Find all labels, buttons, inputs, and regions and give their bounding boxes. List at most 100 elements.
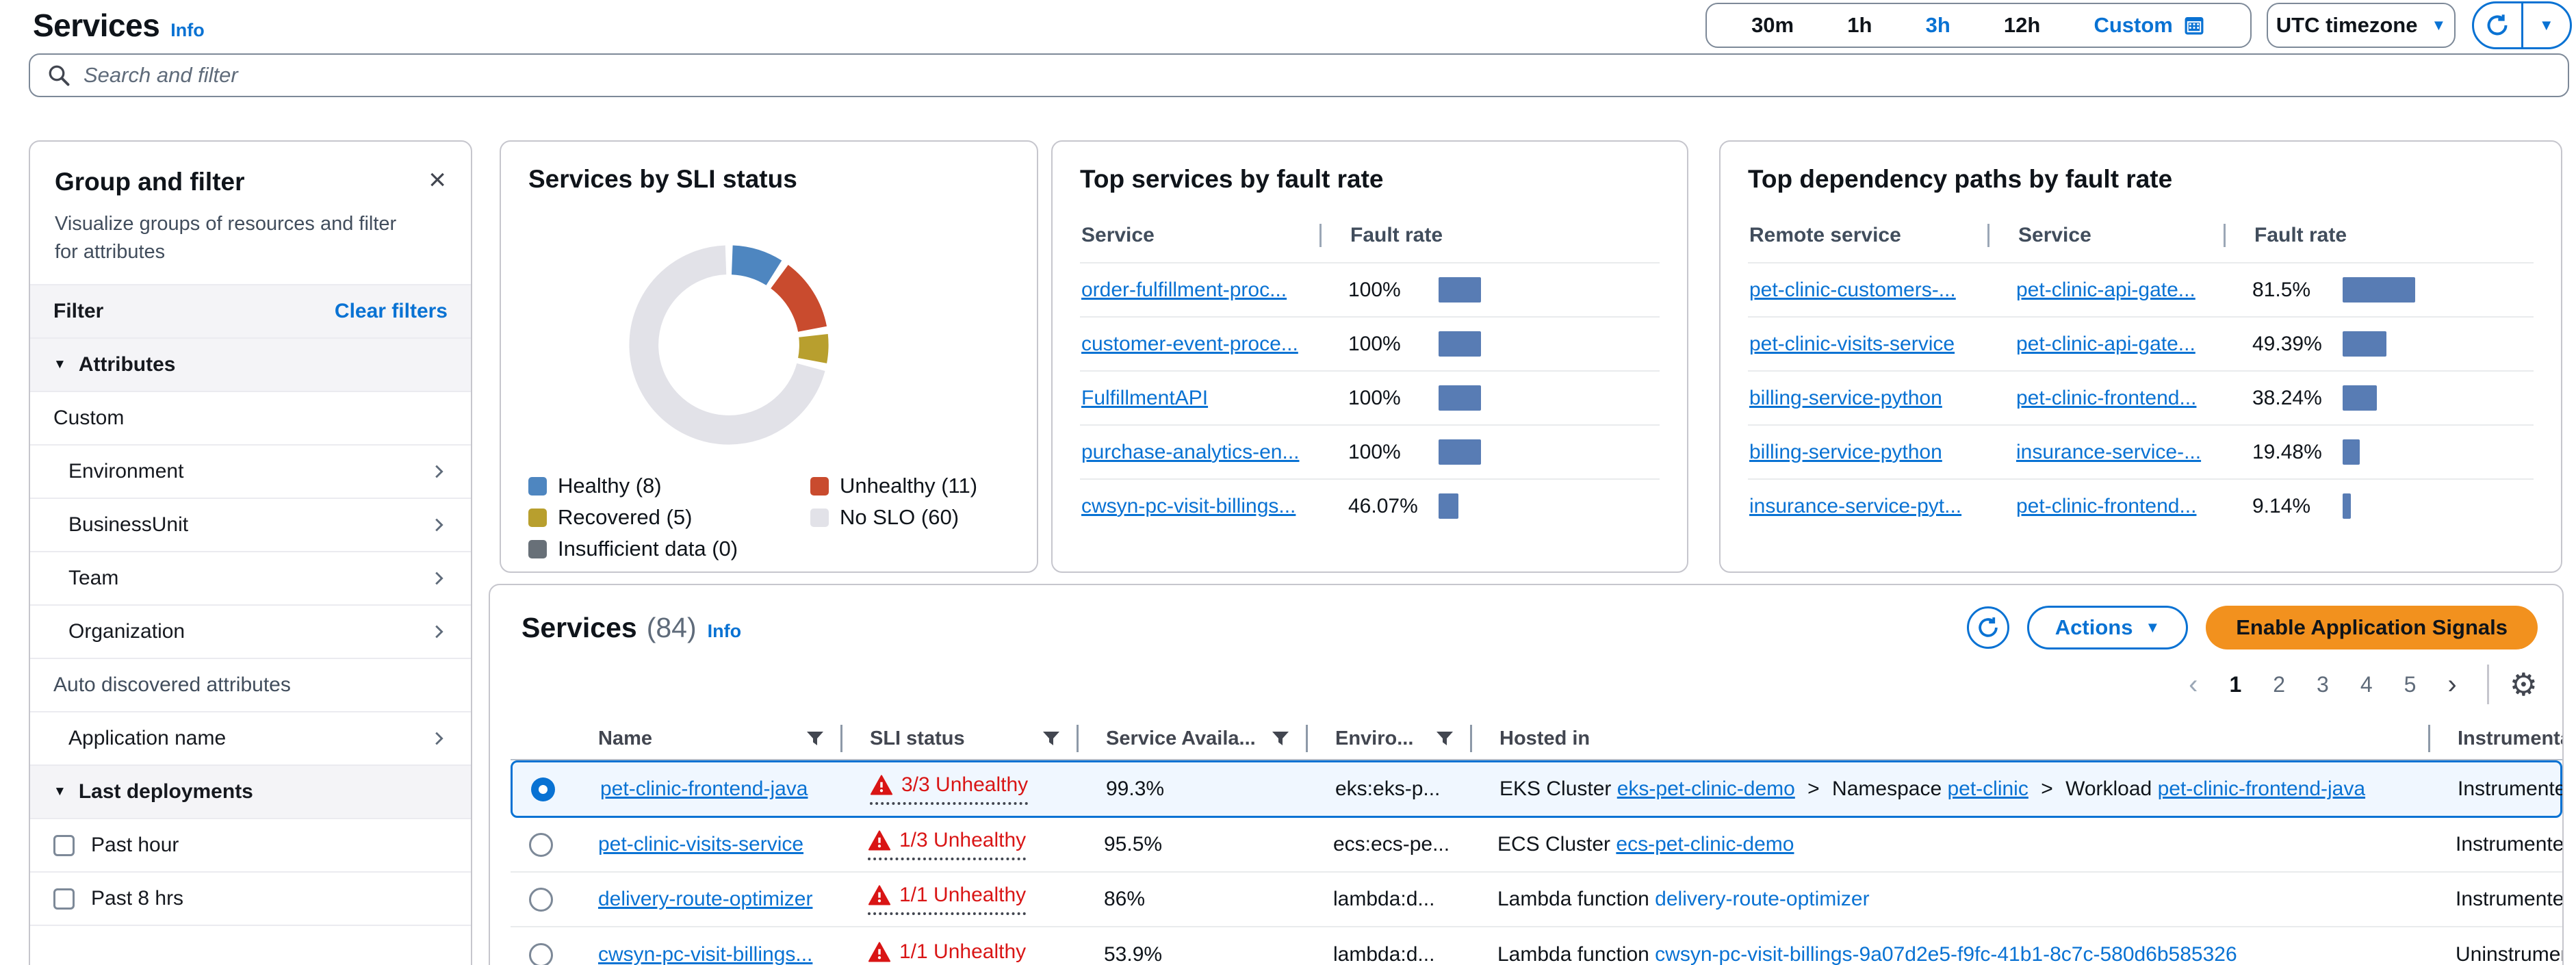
- table-refresh-button[interactable]: [1967, 606, 2009, 649]
- sli-legend: Healthy (8) Unhealthy (11) Recovered (5)…: [528, 474, 1009, 561]
- timezone-dropdown[interactable]: UTC timezone ▼: [2267, 3, 2456, 48]
- service-link[interactable]: FulfillmentAPI: [1081, 387, 1208, 409]
- page-5[interactable]: 5: [2404, 672, 2417, 697]
- checkbox-row-past-hour[interactable]: Past hour: [30, 818, 471, 871]
- service-name-link[interactable]: cwsyn-pc-visit-billings...: [598, 943, 812, 965]
- table-row[interactable]: pet-clinic-frontend-java 3/3 Unhealthy 9…: [511, 760, 2562, 818]
- next-page-icon[interactable]: ›: [2447, 671, 2456, 698]
- service-link[interactable]: order-fulfillment-proc...: [1081, 279, 1287, 301]
- past-hour-checkbox[interactable]: [53, 835, 75, 856]
- hosted-link[interactable]: ecs-pet-clinic-demo: [1616, 833, 1794, 855]
- divider: [2487, 665, 2489, 704]
- sidebar-item-team[interactable]: Team: [30, 551, 471, 604]
- hosted-link[interactable]: pet-clinic: [1947, 777, 2028, 800]
- table-row[interactable]: pet-clinic-visits-service 1/3 Unhealthy …: [511, 818, 2562, 873]
- sidebar-item-businessunit[interactable]: BusinessUnit: [30, 498, 471, 551]
- column-header-hosted-in[interactable]: Hosted in: [1470, 725, 2428, 752]
- page-3[interactable]: 3: [2317, 672, 2329, 697]
- top-deps-table: Remote service Service Fault rate pet-cl…: [1748, 224, 2534, 532]
- time-range-custom[interactable]: Custom: [2094, 13, 2205, 38]
- remote-service-link[interactable]: insurance-service-pyt...: [1749, 495, 1961, 517]
- fault-rate-bar: [1439, 493, 1458, 519]
- last-deployments-section-header[interactable]: ▼ Last deployments: [30, 764, 471, 818]
- service-link[interactable]: customer-event-proce...: [1081, 333, 1298, 355]
- column-header-availability[interactable]: Service Availa...: [1077, 725, 1306, 752]
- service-link[interactable]: pet-clinic-frontend...: [2016, 387, 2196, 409]
- remote-service-link[interactable]: pet-clinic-visits-service: [1749, 333, 1955, 355]
- table-row[interactable]: cwsyn-pc-visit-billings... 1/1 Unhealthy…: [511, 927, 2562, 965]
- sli-status-card: Services by SLI status Healthy (8) Unhea…: [500, 140, 1038, 573]
- remote-service-link[interactable]: billing-service-python: [1749, 441, 1942, 463]
- service-link[interactable]: pet-clinic-api-gate...: [2016, 333, 2195, 355]
- sli-status-badge[interactable]: 1/1 Unhealthy: [868, 940, 1026, 965]
- filter-funnel-icon[interactable]: [1436, 731, 1454, 746]
- service-link[interactable]: cwsyn-pc-visit-billings...: [1081, 495, 1296, 517]
- service-link[interactable]: pet-clinic-frontend...: [2016, 495, 2196, 517]
- column-header-service: Service: [1080, 224, 1319, 247]
- remote-service-link[interactable]: billing-service-python: [1749, 387, 1942, 409]
- service-link[interactable]: pet-clinic-api-gate...: [2016, 279, 2195, 301]
- environment-value: lambda:d...: [1306, 943, 1470, 965]
- hosted-link[interactable]: eks-pet-clinic-demo: [1617, 777, 1795, 800]
- service-link[interactable]: insurance-service-...: [2016, 441, 2201, 463]
- sidebar-item-environment[interactable]: Environment: [30, 444, 471, 498]
- service-name-link[interactable]: pet-clinic-visits-service: [598, 833, 803, 855]
- remote-service-link[interactable]: pet-clinic-customers-...: [1749, 279, 1956, 301]
- page-info-link[interactable]: Info: [170, 20, 204, 41]
- sidebar-item-custom[interactable]: Custom: [30, 391, 471, 444]
- table-row: pet-clinic-customers-... pet-clinic-api-…: [1748, 262, 2534, 316]
- column-header-instrumentation[interactable]: Instrumentation: [2428, 725, 2564, 752]
- filter-funnel-icon[interactable]: [806, 731, 824, 746]
- refresh-options-button[interactable]: ▼: [2521, 3, 2571, 47]
- time-range-3h-active[interactable]: 3h: [1926, 13, 1950, 38]
- sli-status-badge[interactable]: 3/3 Unhealthy: [870, 773, 1028, 805]
- row-radio[interactable]: [529, 888, 553, 912]
- filter-funnel-icon[interactable]: [1042, 731, 1060, 746]
- service-link[interactable]: purchase-analytics-en...: [1081, 441, 1300, 463]
- past-8hrs-checkbox[interactable]: [53, 888, 75, 910]
- attributes-section-header[interactable]: ▼ Attributes: [30, 337, 471, 391]
- page-2[interactable]: 2: [2273, 672, 2285, 697]
- page-1[interactable]: 1: [2229, 672, 2241, 697]
- service-name-link[interactable]: pet-clinic-frontend-java: [600, 777, 808, 800]
- row-radio[interactable]: [529, 943, 553, 965]
- hosted-link[interactable]: pet-clinic-frontend-java: [2158, 777, 2365, 800]
- time-range-12h[interactable]: 12h: [2004, 13, 2040, 38]
- availability-value: 86%: [1077, 888, 1306, 911]
- previous-page-icon[interactable]: ‹: [2189, 671, 2198, 698]
- sidebar-item-application-name[interactable]: Application name: [30, 711, 471, 764]
- actions-button[interactable]: Actions ▼: [2027, 606, 2188, 649]
- refresh-icon: [1975, 615, 2001, 641]
- gear-icon[interactable]: ⚙: [2510, 669, 2538, 700]
- filter-funnel-icon[interactable]: [1272, 731, 1289, 746]
- sidebar-item-organization[interactable]: Organization: [30, 604, 471, 658]
- hosted-link[interactable]: delivery-route-optimizer: [1655, 888, 1869, 910]
- column-header-sli-status[interactable]: SLI status: [840, 725, 1077, 752]
- close-icon[interactable]: ×: [428, 168, 446, 192]
- enable-application-signals-button[interactable]: Enable Application Signals: [2206, 606, 2538, 649]
- fault-rate-bar: [2343, 277, 2415, 303]
- time-range-1h[interactable]: 1h: [1847, 13, 1872, 38]
- refresh-button[interactable]: [2474, 3, 2521, 47]
- page-4[interactable]: 4: [2360, 672, 2373, 697]
- time-range-30m[interactable]: 30m: [1751, 13, 1794, 38]
- table-row[interactable]: delivery-route-optimizer 1/1 Unhealthy 8…: [511, 873, 2562, 927]
- table-row: purchase-analytics-en... 100%: [1080, 424, 1660, 478]
- fault-rate-bar: [1439, 277, 1481, 303]
- search-input[interactable]: [83, 63, 2551, 88]
- checkbox-row-past-8hrs[interactable]: Past 8 hrs: [30, 871, 471, 925]
- row-radio[interactable]: [529, 833, 553, 857]
- legend-item-unhealthy: Unhealthy (11): [810, 474, 1009, 498]
- service-name-link[interactable]: delivery-route-optimizer: [598, 888, 812, 910]
- fault-rate-bar: [2343, 385, 2377, 411]
- sli-status-badge[interactable]: 1/3 Unhealthy: [868, 829, 1026, 860]
- hosted-link[interactable]: cwsyn-pc-visit-billings-9a07d2e5-f9fc-41…: [1655, 943, 2237, 965]
- column-header-environment[interactable]: Enviro...: [1306, 725, 1470, 752]
- table-row: customer-event-proce... 100%: [1080, 316, 1660, 370]
- sli-status-badge[interactable]: 1/1 Unhealthy: [868, 884, 1026, 915]
- group-and-filter-description: Visualize groups of resources and filter…: [55, 210, 424, 266]
- row-radio-selected[interactable]: [531, 777, 555, 801]
- clear-filters-link[interactable]: Clear filters: [335, 300, 448, 323]
- services-info-link[interactable]: Info: [708, 621, 741, 642]
- column-header-name[interactable]: Name: [571, 725, 840, 752]
